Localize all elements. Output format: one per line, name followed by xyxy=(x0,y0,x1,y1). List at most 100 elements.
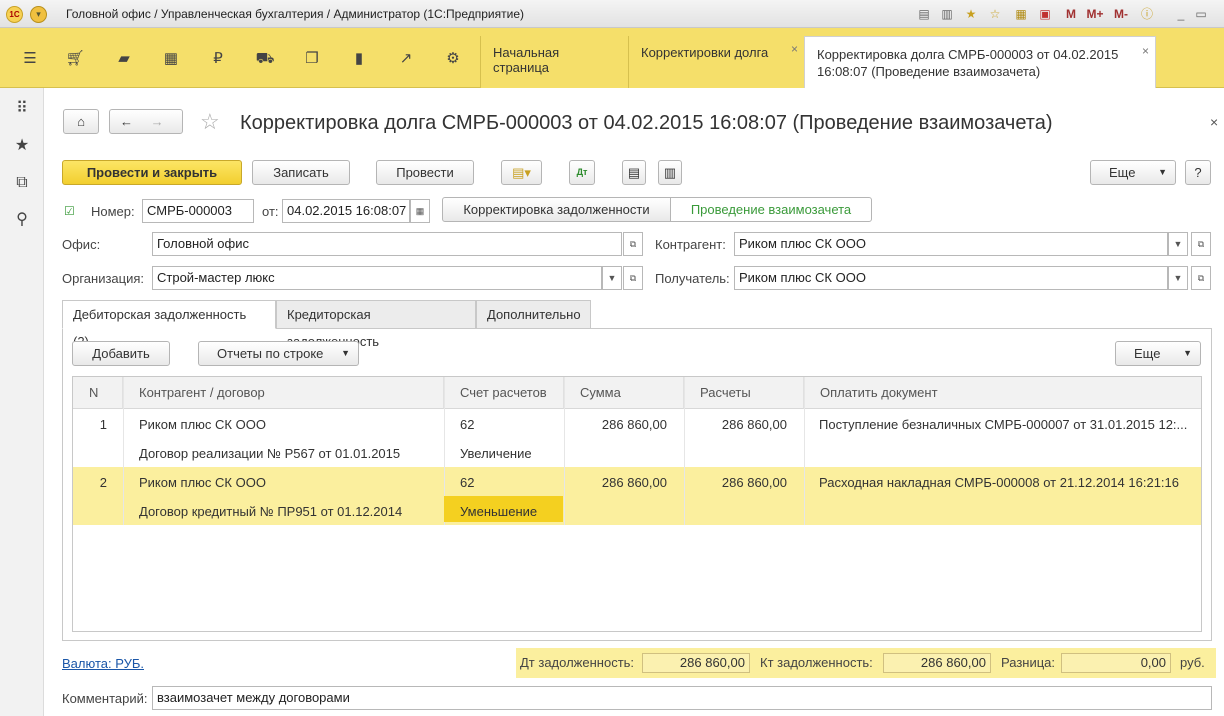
column-header-n[interactable]: N xyxy=(73,377,123,409)
open-office-icon[interactable]: ⧉ xyxy=(623,232,643,256)
row-direction[interactable]: Уменьшение xyxy=(460,504,537,520)
organization-label: Организация: xyxy=(62,271,145,286)
recipient-dropdown-icon[interactable]: ▼ xyxy=(1168,266,1188,290)
memory-m-minus-button[interactable]: M- xyxy=(1110,5,1132,23)
documents-icon[interactable]: ❐ xyxy=(301,48,323,70)
organization-field[interactable]: Строй-мастер люкс xyxy=(152,266,602,290)
post-button[interactable]: Провести xyxy=(376,160,474,185)
tab-current-document-label: Корректировка долга СМРБ-000003 от 04.02… xyxy=(817,47,1119,79)
cart-icon[interactable]: 🛒︎ xyxy=(64,48,86,70)
column-header-pay-document[interactable]: Оплатить документ xyxy=(804,377,1201,409)
row-pay-document[interactable]: Расходная накладная СМРБ-000008 от 21.12… xyxy=(819,475,1199,491)
row-account[interactable]: 62 xyxy=(460,417,474,433)
info-icon[interactable]: ⓘ xyxy=(1138,5,1156,23)
office-field[interactable]: Головной офис xyxy=(152,232,622,256)
row-number: 2 xyxy=(99,475,107,490)
calculator-icon[interactable]: ▦ xyxy=(1012,5,1030,23)
row-direction[interactable]: Увеличение xyxy=(460,446,532,462)
contractor-label: Контрагент: xyxy=(655,237,726,252)
memory-m-plus-button[interactable]: M+ xyxy=(1084,5,1106,23)
column-header-calc[interactable]: Расчеты xyxy=(684,377,804,409)
column-header-contractor[interactable]: Контрагент / договор xyxy=(123,377,444,409)
create-based-on-button[interactable]: ▤▾ xyxy=(501,160,542,185)
column-header-sum[interactable]: Сумма xyxy=(564,377,684,409)
history-icon[interactable]: ⧉ xyxy=(11,172,33,194)
home-button[interactable]: ⌂ xyxy=(63,109,99,134)
dt-kt-button[interactable]: Дт xyxy=(569,160,595,185)
ruble-icon[interactable]: ₽ xyxy=(207,48,229,70)
print-icon[interactable]: ▤ xyxy=(915,5,933,23)
open-organization-icon[interactable]: ⧉ xyxy=(623,266,643,290)
tab-home[interactable]: Начальная страница xyxy=(480,36,628,88)
close-icon[interactable]: × xyxy=(1210,114,1218,130)
report-button[interactable]: ▥ xyxy=(658,160,682,185)
open-recipient-icon[interactable]: ⧉ xyxy=(1191,266,1211,290)
row-pay-document[interactable]: Поступление безналичных СМРБ-000007 от 3… xyxy=(819,417,1189,433)
calendar-icon[interactable]: ▣ xyxy=(1036,5,1054,23)
preview-icon[interactable]: ▥ xyxy=(938,5,956,23)
back-forward-buttons[interactable]: ← → xyxy=(109,109,183,134)
contractor-dropdown-icon[interactable]: ▼ xyxy=(1168,232,1188,256)
row-sum[interactable]: 286 860,00 xyxy=(564,475,667,491)
organization-dropdown-icon[interactable]: ▼ xyxy=(602,266,622,290)
date-label: от: xyxy=(262,204,279,219)
office-label: Офис: xyxy=(62,237,101,252)
apps-grid-icon[interactable]: ⠿ xyxy=(11,98,33,120)
star-icon[interactable]: ★ xyxy=(11,135,33,157)
help-button[interactable]: ? xyxy=(1185,160,1211,185)
more-button[interactable]: Еще ▼ xyxy=(1090,160,1176,185)
row-contract[interactable]: Договор кредитный № ПР951 от 01.12.2014 xyxy=(139,504,402,520)
close-icon[interactable]: × xyxy=(1142,43,1149,60)
calendar-icon[interactable]: ▦ xyxy=(410,199,430,223)
row-reports-button[interactable]: Отчеты по строке ▼ xyxy=(198,341,359,366)
favorite-star-icon[interactable]: ☆ xyxy=(200,109,220,135)
catalog-icon[interactable]: ▦ xyxy=(160,48,182,70)
post-and-close-button[interactable]: Провести и закрыть xyxy=(62,160,242,185)
memory-m-button[interactable]: M xyxy=(1062,5,1080,23)
comment-field[interactable]: взаимозачет между договорами xyxy=(152,686,1212,710)
row-contractor[interactable]: Риком плюс СК ООО xyxy=(139,475,266,491)
forward-arrow-icon[interactable]: → xyxy=(151,114,164,129)
open-contractor-icon[interactable]: ⧉ xyxy=(1191,232,1211,256)
row-contract[interactable]: Договор реализации № Р567 от 01.01.2015 xyxy=(139,446,400,462)
table-more-button[interactable]: Еще ▼ xyxy=(1115,341,1201,366)
tab-debt-corrections[interactable]: Корректировки долга × xyxy=(628,36,804,88)
currency-unit: руб. xyxy=(1180,655,1205,670)
tab-current-document[interactable]: Корректировка долга СМРБ-000003 от 04.02… xyxy=(804,36,1156,88)
contractor-field[interactable]: Риком плюс СК ООО xyxy=(734,232,1168,256)
minimize-icon[interactable]: _ xyxy=(1172,5,1190,23)
truck-icon[interactable]: ⛟ xyxy=(254,48,276,70)
number-field[interactable]: СМРБ-000003 xyxy=(142,199,254,223)
trend-icon[interactable]: ↗ xyxy=(395,48,417,70)
row-calc[interactable]: 286 860,00 xyxy=(684,475,787,491)
row-account[interactable]: 62 xyxy=(460,475,474,491)
column-header-account[interactable]: Счет расчетов xyxy=(444,377,564,409)
main-menu-icon[interactable]: ▾ xyxy=(30,6,47,23)
debts-table[interactable]: N Контрагент / договор Счет расчетов Сум… xyxy=(72,376,1202,632)
restore-icon[interactable]: ▭ xyxy=(1192,5,1210,23)
history-icon[interactable]: ☆ xyxy=(986,5,1004,23)
menu-icon[interactable]: ☰ xyxy=(19,48,41,70)
add-button[interactable]: Добавить xyxy=(72,341,170,366)
close-icon[interactable]: × xyxy=(791,42,798,56)
chart-icon[interactable]: ▮ xyxy=(348,48,370,70)
print-button[interactable]: ▤ xyxy=(622,160,646,185)
save-button[interactable]: Записать xyxy=(252,160,350,185)
row-sum[interactable]: 286 860,00 xyxy=(564,417,667,433)
operation-debt-adjustment[interactable]: Корректировка задолженности xyxy=(442,197,671,222)
recipient-field[interactable]: Риком плюс СК ООО xyxy=(734,266,1168,290)
currency-link[interactable]: Валюта: РУБ. xyxy=(62,656,144,671)
operation-offset[interactable]: Проведение взаимозачета xyxy=(670,197,872,222)
back-arrow-icon[interactable]: ← xyxy=(120,114,133,129)
row-calc[interactable]: 286 860,00 xyxy=(684,417,787,433)
tab-additional[interactable]: Дополнительно xyxy=(476,300,591,329)
date-field[interactable]: 04.02.2015 16:08:07 xyxy=(282,199,410,223)
favorites-icon[interactable]: ★ xyxy=(962,5,980,23)
tab-receivables[interactable]: Дебиторская задолженность (2) xyxy=(62,300,276,349)
settings-icon[interactable]: ⚙ xyxy=(442,48,464,70)
number-label: Номер: xyxy=(91,204,135,219)
search-icon[interactable]: ⚲ xyxy=(11,209,33,231)
tab-payables[interactable]: Кредиторская задолженность xyxy=(276,300,476,349)
bag-icon[interactable]: ▰ xyxy=(113,48,135,70)
row-contractor[interactable]: Риком плюс СК ООО xyxy=(139,417,266,433)
